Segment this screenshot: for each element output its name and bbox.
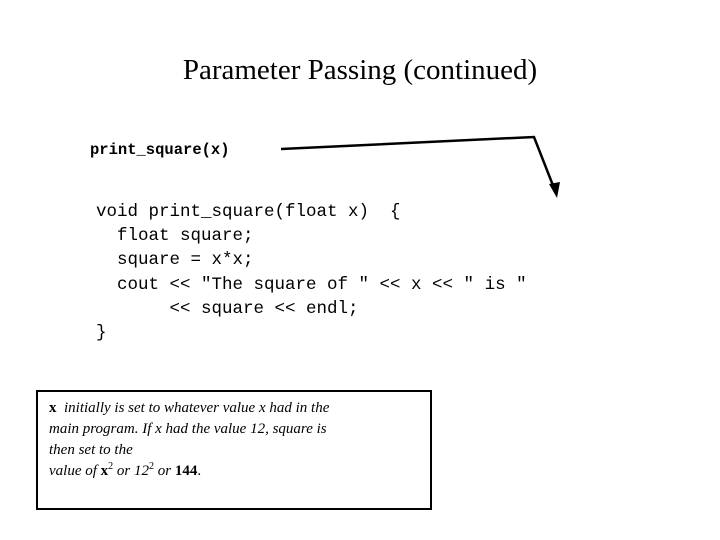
note-line-3: then set to the [49, 440, 420, 461]
code-line: void print_square(float x) { [96, 202, 401, 222]
function-definition-code: void print_square(float x) { float squar… [96, 200, 527, 345]
note-result: 144 [174, 463, 198, 479]
note-line-1: x initially is set to whatever value x h… [49, 398, 420, 419]
arrow-head [549, 182, 560, 198]
note-text: or [154, 463, 175, 479]
note-text: value of [49, 463, 101, 479]
code-line: square = x*x; [96, 250, 254, 271]
note-var: x [49, 400, 57, 416]
note-line-2: main program. If x had the value 12, squ… [49, 419, 420, 440]
code-line: } [96, 323, 107, 344]
note-text: main program. If x had the value 12, squ… [49, 421, 327, 437]
arrow-line [280, 135, 556, 189]
code-line: cout << "The square of " << x << " is " [96, 274, 527, 295]
note-text: then set to the [49, 442, 133, 458]
explanation-note-box: x initially is set to whatever value x h… [36, 390, 432, 510]
note-line-4: value of x2 or 122 or 144. [49, 461, 420, 482]
code-line: float square; [96, 226, 254, 247]
note-text: or 12 [113, 463, 149, 479]
note-text: initially is set to whatever value x had… [64, 400, 330, 416]
code-line: << square << endl; [96, 298, 359, 319]
note-text: . [197, 463, 202, 479]
